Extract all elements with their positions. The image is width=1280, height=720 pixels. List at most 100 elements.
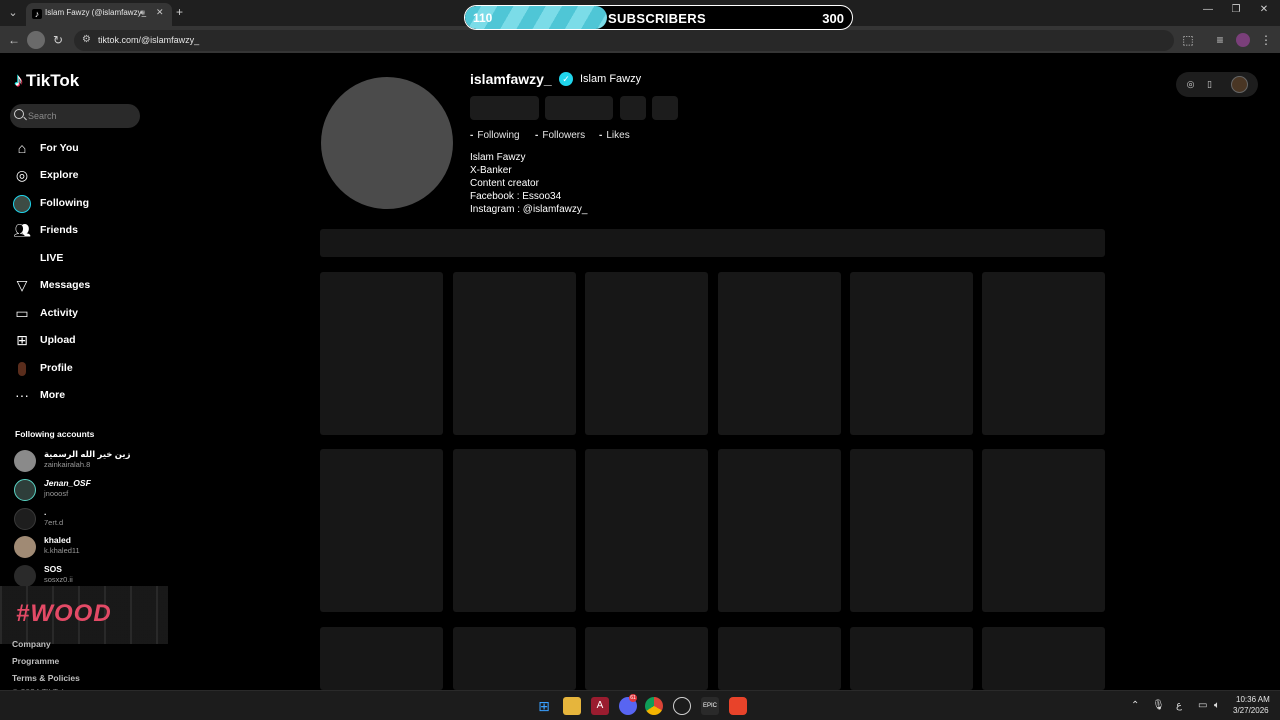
sidebar-item-label: For You [40,142,79,154]
account-username: jnooosf [44,489,69,498]
volume-icon[interactable]: 🔈︎ [1214,700,1220,711]
address-bar[interactable]: ⚙︎ tiktok.com/@islamfawzy_ [74,30,1174,51]
account-username: 7ert.d [44,518,64,527]
sidebar-item-messages[interactable]: ▽ Messages [12,274,91,296]
video-card-skeleton[interactable] [453,272,576,435]
account-username: sosxz0.ii [44,575,73,584]
bio-line: Facebook : Essoo34 [470,191,562,202]
video-card-skeleton[interactable] [718,449,841,612]
file-explorer-icon[interactable] [563,697,581,715]
compass-icon[interactable]: ◎ [1184,78,1197,91]
footer-programme-link[interactable]: Programme [12,656,59,666]
stream-banner-text: #WOOD [16,600,112,627]
new-tab-button[interactable]: + [176,5,183,19]
kebab-menu-icon[interactable]: ⋮ [1258,32,1274,48]
media-controls-icon[interactable]: ≡ [1212,32,1228,48]
search-input[interactable]: Search [10,104,140,128]
brave-icon[interactable] [729,697,747,715]
speaker-icon[interactable]: 🔊︎ [140,8,145,18]
phone-icon[interactable]: ▯ [1203,78,1216,91]
clock-time[interactable]: 10:36 AM [1236,695,1270,704]
stat-label: Likes [606,130,630,141]
more-options-button-skeleton[interactable] [652,96,678,120]
sidebar-item-label: More [40,389,66,401]
profile-avatar-icon[interactable] [1236,33,1250,47]
sidebar-item-friends[interactable]: 👥︎ Friends [12,219,78,241]
profile-nickname: Islam Fawzy [580,73,642,85]
sidebar-item-explore[interactable]: ◎ Explore [12,164,79,186]
windows-start-icon[interactable]: ⊞ [535,697,553,715]
bio-line: Instagram : @islamfawzy_ [470,204,588,215]
video-card-skeleton[interactable] [320,272,443,435]
language-indicator[interactable]: ع [1176,700,1182,711]
video-card-skeleton[interactable] [320,627,443,690]
discord-badge: 61 [629,694,637,702]
forward-button-pressed[interactable] [27,31,45,49]
sidebar-item-label: Explore [40,169,79,181]
sidebar-item-for-you[interactable]: ⌂ For You [12,137,79,159]
search-placeholder: Search [28,111,57,121]
user-avatar[interactable] [1231,76,1248,93]
video-card-skeleton[interactable] [320,449,443,612]
video-card-skeleton[interactable] [718,627,841,690]
stat-value: - [535,130,539,141]
window-close-icon[interactable]: ✕ [1254,4,1274,15]
adobe-app-icon[interactable]: A [591,697,609,715]
sidebar-item-following[interactable]: Following [12,192,89,214]
video-card-skeleton[interactable] [453,627,576,690]
minimize-icon[interactable]: — [1198,4,1218,15]
account-username: zainkairalah.8 [44,460,91,469]
video-card-skeleton[interactable] [453,449,576,612]
video-card-skeleton[interactable] [718,272,841,435]
video-card-skeleton[interactable] [585,272,708,435]
sidebar-item-upload[interactable]: ⊞ Upload [12,329,76,351]
windows-taskbar: ⊞ A 61 EPIC ⌃ 🎙︎ ع ▭ 🔈︎ [0,690,1280,720]
profile-avatar [321,77,453,209]
stat-following[interactable]: - Following [470,130,520,141]
tab-close-icon[interactable]: ✕ [156,7,164,18]
upload-plus-icon: ⊞ [16,332,28,348]
extensions-icon[interactable]: ⬚ [1180,32,1196,48]
reload-icon[interactable]: ↻ [50,32,66,48]
message-button-skeleton[interactable] [545,96,613,120]
profile-username: islamfawzy_ [470,71,552,87]
video-card-skeleton[interactable] [982,627,1105,690]
sidebar-item-more[interactable]: ··· More [12,384,65,406]
monitor-icon[interactable]: ▭ [1198,700,1207,711]
tab-search-chevron-icon[interactable]: ⌄ [4,4,22,22]
clock-date[interactable]: 3/27/2026 [1233,706,1269,715]
sidebar-item-profile[interactable]: Profile [12,357,73,379]
account-name: SOS [44,564,62,574]
add-friend-button-skeleton[interactable] [620,96,646,120]
bio-line: X-Banker [470,165,512,176]
back-arrow-icon[interactable]: ← [6,32,22,48]
footer-terms-link[interactable]: Terms & Policies [12,673,80,683]
video-card-skeleton[interactable] [585,449,708,612]
epic-games-icon[interactable]: EPIC [701,697,719,715]
video-card-skeleton[interactable] [982,272,1105,435]
video-card-skeleton[interactable] [850,449,973,612]
stat-followers[interactable]: - Followers [535,130,585,141]
sidebar-item-label: Upload [40,334,76,346]
tray-chevron-icon[interactable]: ⌃ [1131,700,1139,711]
site-settings-icon[interactable]: ⚙︎ [82,34,94,46]
sidebar-item-live[interactable]: LIVE [12,247,63,269]
video-card-skeleton[interactable] [850,627,973,690]
account-name: زين خير الله الرسمية [44,449,131,459]
chrome-icon[interactable] [645,697,663,715]
browser-tab-active[interactable]: ♪ Islam Fawzy (@islamfawzy_ 🔊︎ ✕ [26,3,172,26]
video-card-skeleton[interactable] [982,449,1105,612]
subscriber-progress-overlay: 110 SUBSCRIBERS 300 [464,5,853,30]
following-accounts-heading: Following accounts [15,429,95,439]
video-card-skeleton[interactable] [850,272,973,435]
microphone-icon[interactable]: 🎙︎ [1152,700,1165,711]
stat-value: - [470,130,474,141]
tiktok-logo[interactable]: ♪ TikTok [14,70,79,91]
obs-icon[interactable] [673,697,691,715]
restore-icon[interactable]: ❐ [1226,4,1246,15]
sidebar-item-activity[interactable]: ▭ Activity [12,302,78,324]
home-icon: ⌂ [17,140,27,156]
video-card-skeleton[interactable] [585,627,708,690]
follow-button-skeleton[interactable] [470,96,539,120]
footer-company-link[interactable]: Company [12,639,51,649]
